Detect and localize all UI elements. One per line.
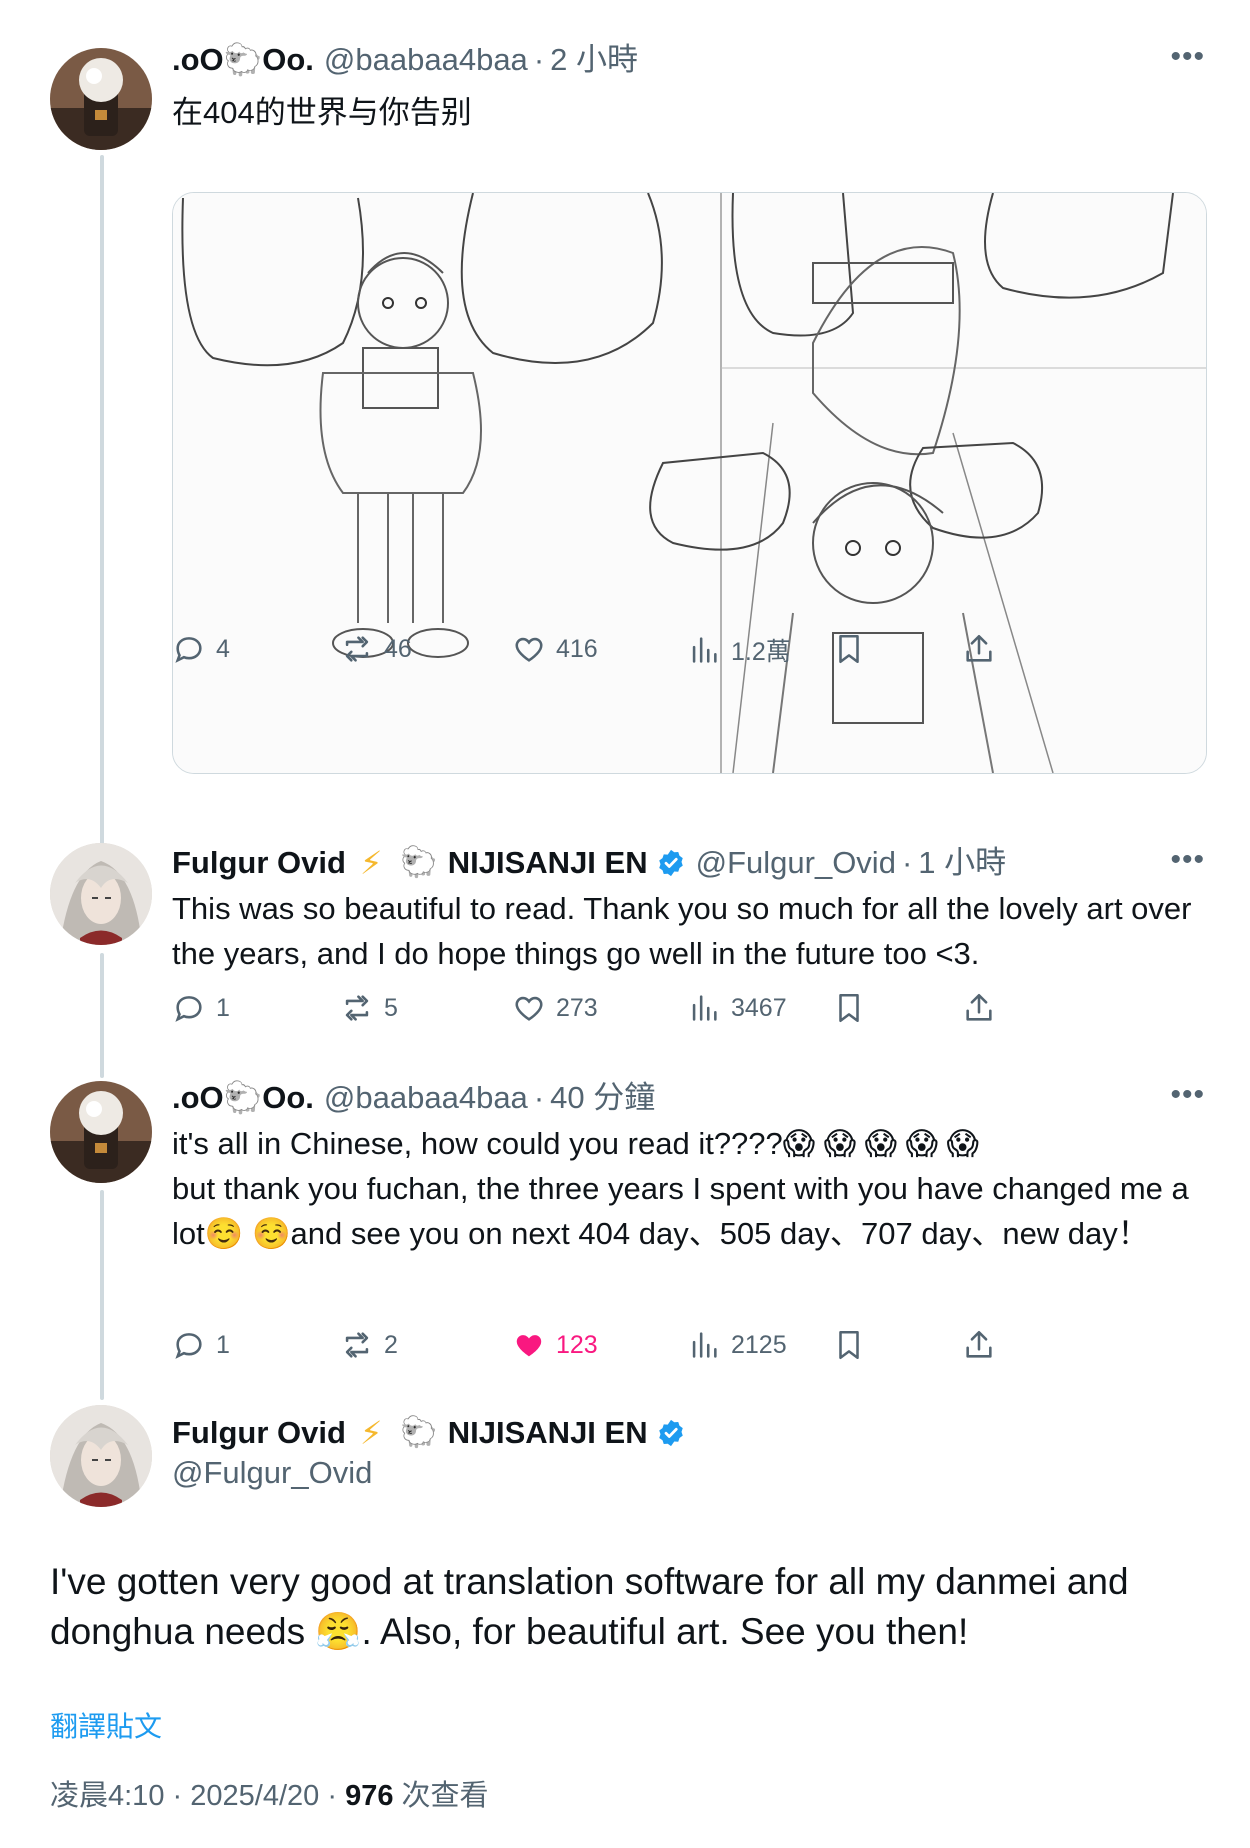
sheep-emoji: 🐑 [400, 846, 438, 879]
sheep-emoji: 🐑 [400, 1416, 438, 1449]
heart-icon [515, 996, 543, 1021]
bookmark-button[interactable] [832, 991, 876, 1025]
tweet-text-line-1: it's all in Chinese, how could you read … [172, 1126, 979, 1161]
tweet-text-rest: but thank you fuchan, the three years I … [172, 1171, 1189, 1251]
reply-button[interactable]: 1 [172, 991, 230, 1025]
tweet-timestamp[interactable]: 40 分鐘 [550, 1078, 655, 1118]
affiliation-text: NIJISANJI EN [447, 1415, 648, 1450]
tweet-3[interactable]: .oO🐑Oo. @baabaa4baa · 40 分鐘 ••• it's all… [0, 1078, 1250, 1378]
main-tweet: Fulgur Ovid ⚡ 🐑 NIJISANJI EN @Fulgur_Ovi… [0, 1405, 1250, 1845]
display-name[interactable]: Fulgur Ovid [172, 843, 346, 883]
views-count: 3467 [731, 993, 787, 1022]
tweet-media-image[interactable] [172, 192, 1207, 774]
lightning-emoji: ⚡ [359, 845, 383, 881]
views-button[interactable]: 3467 [687, 991, 787, 1025]
bookmark-icon [839, 993, 859, 1023]
retweet-count: 5 [384, 993, 398, 1022]
comic-art-illustration [173, 193, 1206, 773]
tweet-text: 在404的世界与你告别 [172, 95, 472, 130]
user-handle[interactable]: @baabaa4baa [324, 1078, 528, 1118]
tweet-timestamp[interactable]: 1 小時 [918, 843, 1006, 883]
bookmark-icon [839, 1330, 859, 1360]
more-icon[interactable]: ••• [1170, 843, 1205, 877]
reply-count: 4 [216, 634, 230, 663]
avatar[interactable] [50, 843, 152, 945]
user-handle[interactable]: @Fulgur_Ovid [696, 843, 896, 883]
verified-badge-icon[interactable] [656, 848, 686, 878]
verified-badge-icon[interactable] [656, 1418, 686, 1448]
retweet-button[interactable]: 2 [340, 1328, 398, 1362]
retweet-button[interactable]: 5 [340, 991, 398, 1025]
share-button[interactable] [962, 991, 1006, 1025]
display-name[interactable]: .oO🐑Oo. [172, 40, 314, 80]
affiliation-text: NIJISANJI EN [447, 845, 648, 880]
tweet-1[interactable]: .oO🐑Oo. @baabaa4baa · 2 小時 ••• 在404的世界与你… [0, 40, 1250, 800]
share-icon [966, 634, 992, 662]
more-icon[interactable]: ••• [1170, 40, 1205, 74]
separator-dot: · [533, 42, 545, 77]
post-date[interactable]: 2025/4/20 [190, 1780, 319, 1812]
share-button[interactable] [962, 632, 1006, 666]
lightning-emoji: ⚡ [359, 1415, 383, 1451]
reply-count: 1 [216, 1330, 230, 1359]
reply-button[interactable]: 1 [172, 1328, 230, 1362]
action-bar: 1 2 123 2125 [172, 1328, 1172, 1368]
heart-icon [516, 1335, 542, 1357]
bar-chart-icon [692, 1332, 717, 1358]
avatar[interactable] [50, 48, 152, 150]
avatar[interactable] [50, 1405, 152, 1507]
views-count: 976 [345, 1780, 394, 1812]
speech-bubble-icon [175, 637, 202, 663]
retweet-icon [345, 995, 369, 1021]
share-icon [966, 1330, 992, 1358]
main-tweet-text: I've gotten very good at translation sof… [50, 1561, 1129, 1652]
reply-count: 1 [216, 993, 230, 1022]
separator-dot: · [533, 1080, 545, 1115]
reply-button[interactable]: 4 [172, 632, 230, 666]
action-bar: 1 5 273 3467 [172, 991, 1172, 1031]
share-button[interactable] [962, 1328, 1006, 1362]
bookmark-button[interactable] [832, 1328, 876, 1362]
views-count: 1.2萬 [731, 638, 791, 666]
tweet-2[interactable]: Fulgur Ovid ⚡ 🐑 NIJISANJI EN @Fulgur_Ovi… [0, 843, 1250, 1023]
retweet-button[interactable]: 46 [340, 632, 412, 666]
bar-chart-icon [692, 995, 717, 1021]
translate-post-link[interactable]: 翻譯貼文 [50, 1705, 162, 1745]
retweet-count: 2 [384, 1330, 398, 1359]
share-icon [966, 993, 992, 1021]
like-button[interactable]: 123 [512, 1328, 598, 1362]
views-button[interactable]: 2125 [687, 1328, 787, 1362]
display-name[interactable]: Fulgur Ovid [172, 1413, 346, 1453]
views-label: 次查看 [401, 1780, 489, 1812]
speech-bubble-icon [175, 996, 202, 1022]
retweet-icon [345, 636, 369, 662]
like-count: 123 [556, 1330, 598, 1359]
bookmark-button[interactable] [832, 632, 876, 666]
like-button[interactable]: 416 [512, 632, 598, 666]
more-icon[interactable]: ••• [1170, 1078, 1205, 1112]
retweet-count: 46 [384, 634, 412, 663]
like-button[interactable]: 273 [512, 991, 598, 1025]
bar-chart-icon [692, 637, 717, 663]
retweet-icon [345, 1332, 369, 1358]
like-count: 416 [556, 634, 598, 663]
heart-icon [515, 637, 543, 662]
tweet-meta: 凌晨4:10 · 2025/4/20 · 976 次查看 [50, 1772, 489, 1814]
tweet-timestamp[interactable]: 2 小時 [550, 40, 638, 80]
avatar[interactable] [50, 1081, 152, 1183]
like-count: 273 [556, 993, 598, 1022]
views-button[interactable]: 1.2萬 [687, 632, 791, 668]
bookmark-icon [839, 634, 859, 664]
separator-dot: · [327, 1780, 337, 1812]
post-time[interactable]: 凌晨4:10 [50, 1780, 164, 1812]
separator-dot: · [901, 845, 913, 880]
user-handle[interactable]: @baabaa4baa [324, 40, 528, 80]
action-bar: 4 46 416 1.2萬 [172, 632, 1172, 672]
display-name[interactable]: .oO🐑Oo. [172, 1078, 314, 1118]
user-handle[interactable]: @Fulgur_Ovid [172, 1453, 372, 1493]
separator-dot: · [172, 1780, 183, 1812]
tweet-text: This was so beautiful to read. Thank you… [172, 891, 1192, 971]
views-count: 2125 [731, 1330, 787, 1359]
speech-bubble-icon [175, 1333, 202, 1359]
